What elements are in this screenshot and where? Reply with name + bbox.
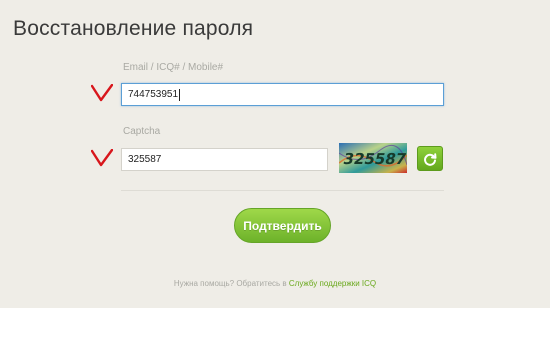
help-prefix: Нужна помощь? Обратитесь в	[173, 279, 289, 288]
email-field[interactable]: 744753951	[121, 83, 444, 106]
support-link[interactable]: Службу поддержки ICQ	[289, 279, 376, 288]
email-field-label: Email / ICQ# / Mobile#	[123, 62, 224, 73]
captcha-image: 325587	[339, 143, 407, 173]
recovery-panel: Восстановление пароля Email / ICQ# / Mob…	[0, 0, 550, 308]
submit-button[interactable]: Подтвердить	[234, 208, 331, 243]
captcha-input-value: 325587	[128, 154, 162, 165]
text-caret	[179, 88, 181, 101]
red-check-mark-icon	[91, 84, 113, 102]
red-check-mark-icon	[91, 149, 113, 167]
captcha-input[interactable]: 325587	[121, 148, 328, 171]
refresh-icon	[424, 152, 437, 166]
help-text: Нужна помощь? Обратитесь в Службу поддер…	[0, 279, 550, 288]
captcha-field-label: Captcha	[123, 126, 161, 137]
refresh-captcha-button[interactable]	[417, 146, 443, 171]
captcha-image-text: 325587	[342, 150, 407, 168]
divider	[121, 190, 444, 191]
email-field-value: 744753951	[128, 89, 179, 100]
page-title: Восстановление пароля	[13, 17, 254, 40]
